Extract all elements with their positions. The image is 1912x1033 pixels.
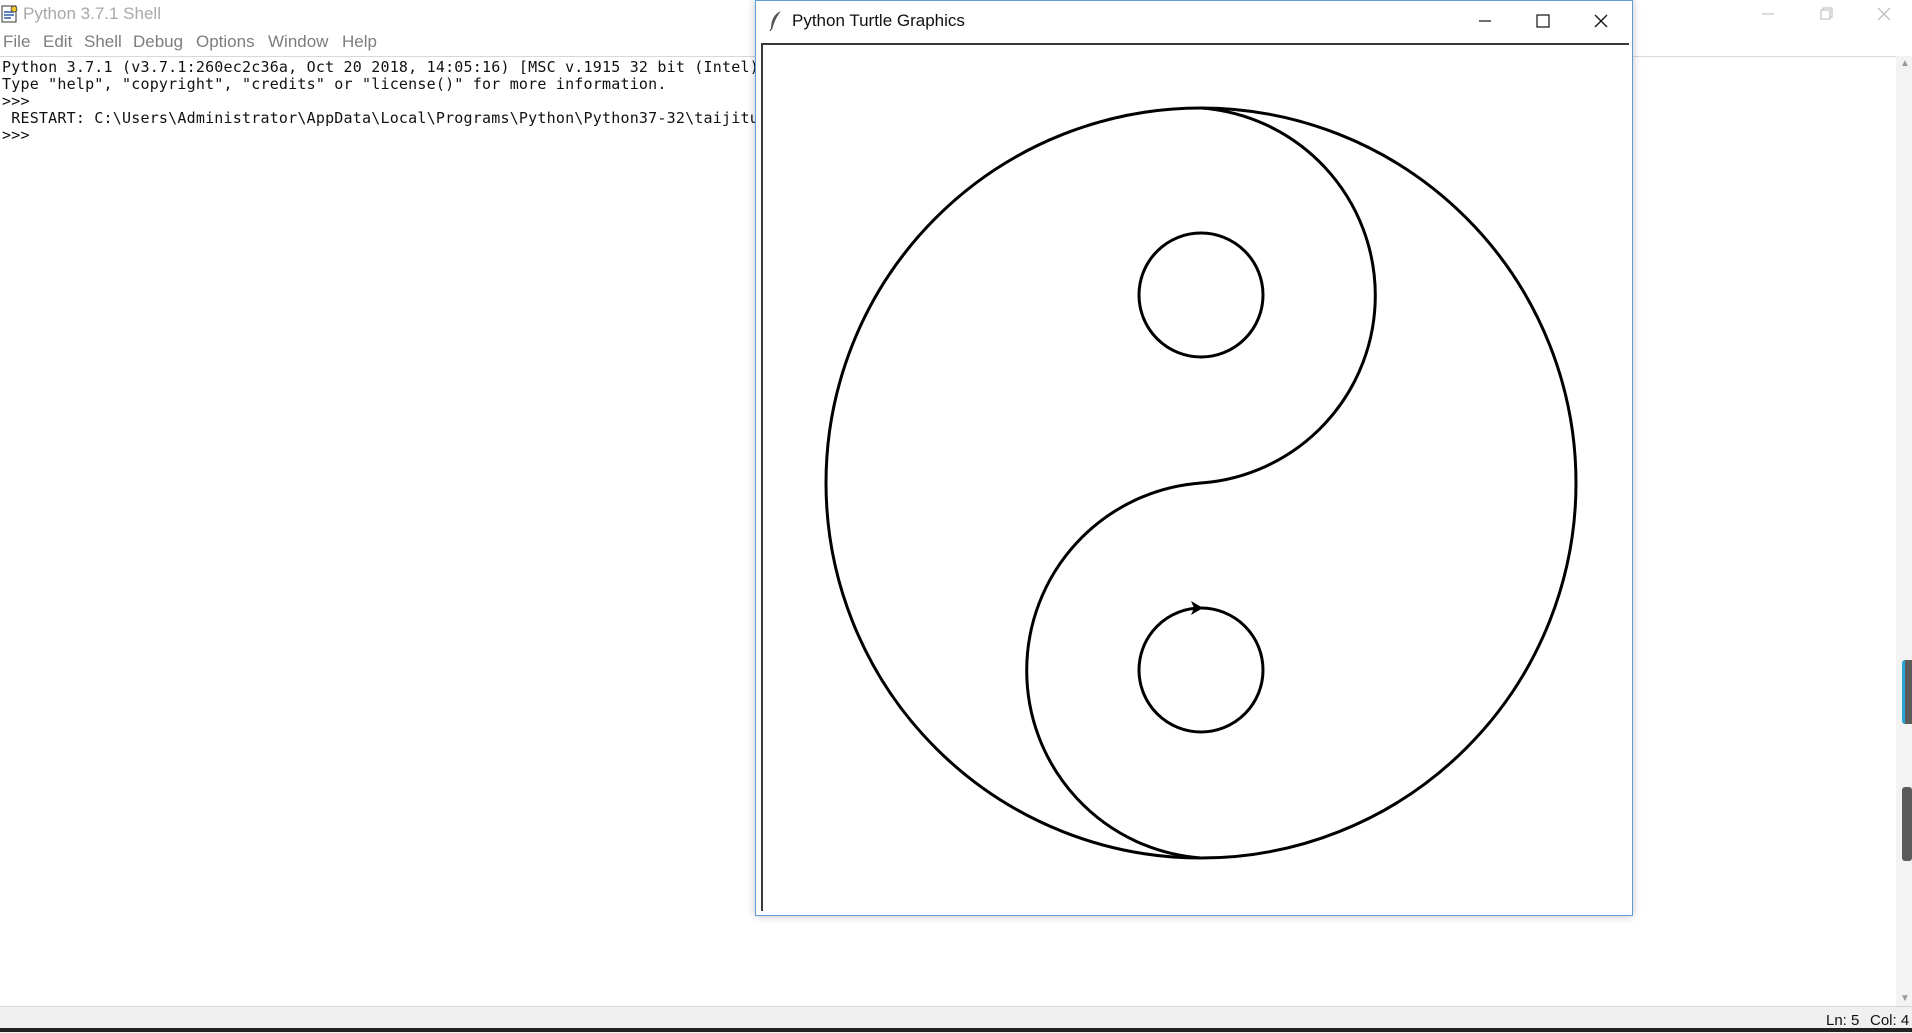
maximize-icon bbox=[1536, 14, 1550, 28]
restore-icon bbox=[1820, 7, 1833, 20]
shell-prompt: >>> bbox=[2, 126, 30, 144]
turtle-canvas[interactable] bbox=[761, 43, 1629, 911]
minimize-button[interactable] bbox=[1740, 0, 1796, 28]
shell-output-line: Python 3.7.1 (v3.7.1:260ec2c36a, Oct 20 … bbox=[2, 58, 769, 76]
close-icon bbox=[1594, 14, 1608, 28]
feather-icon bbox=[769, 11, 781, 32]
scrollbar-thumb[interactable] bbox=[1902, 660, 1912, 724]
s-curve bbox=[1025, 106, 1377, 860]
turtle-window[interactable]: Python Turtle Graphics bbox=[755, 0, 1633, 916]
scroll-up-icon[interactable]: ▲ bbox=[1900, 58, 1910, 69]
menu-options[interactable]: Options bbox=[196, 32, 255, 52]
minimize-icon bbox=[1479, 20, 1491, 22]
restore-button[interactable] bbox=[1798, 0, 1854, 28]
menu-shell[interactable]: Shell bbox=[84, 32, 122, 52]
shell-output-line: Type "help", "copyright", "credits" or "… bbox=[2, 75, 667, 93]
menubar: File Edit Shell Debug Options Window Hel… bbox=[0, 30, 740, 54]
turtle-titlebar[interactable]: Python Turtle Graphics bbox=[756, 1, 1632, 41]
taijitu-drawing bbox=[824, 106, 1578, 860]
status-line-number: Ln: 5 bbox=[1826, 1012, 1860, 1029]
scrollbar-thumb-secondary[interactable] bbox=[1902, 787, 1912, 861]
menu-edit[interactable]: Edit bbox=[43, 32, 72, 52]
turtle-close-button[interactable] bbox=[1572, 1, 1630, 41]
shell-prompt: >>> bbox=[2, 92, 30, 110]
menu-file[interactable]: File bbox=[3, 32, 30, 52]
window-title: Python 3.7.1 Shell bbox=[23, 4, 161, 23]
shell-output-line: RESTART: C:\Users\Administrator\AppData\… bbox=[2, 109, 778, 127]
taskbar-edge bbox=[0, 1028, 1912, 1032]
upper-dot-circle bbox=[1137, 231, 1265, 359]
close-icon bbox=[1877, 7, 1891, 21]
scroll-down-icon[interactable]: ▼ bbox=[1900, 993, 1910, 1004]
turtle-minimize-button[interactable] bbox=[1456, 1, 1514, 41]
menu-debug[interactable]: Debug bbox=[133, 32, 183, 52]
lower-dot-circle bbox=[1137, 606, 1265, 734]
close-button[interactable] bbox=[1856, 0, 1912, 28]
menu-window[interactable]: Window bbox=[268, 32, 328, 52]
vertical-scrollbar[interactable]: ▲ ▼ bbox=[1896, 56, 1912, 1006]
menu-help[interactable]: Help bbox=[342, 32, 377, 52]
idle-app-icon bbox=[1, 5, 18, 23]
turtle-window-title: Python Turtle Graphics bbox=[792, 11, 965, 30]
minimize-icon bbox=[1762, 13, 1774, 15]
status-column-number: Col: 4 bbox=[1870, 1012, 1910, 1029]
turtle-maximize-button[interactable] bbox=[1514, 1, 1572, 41]
